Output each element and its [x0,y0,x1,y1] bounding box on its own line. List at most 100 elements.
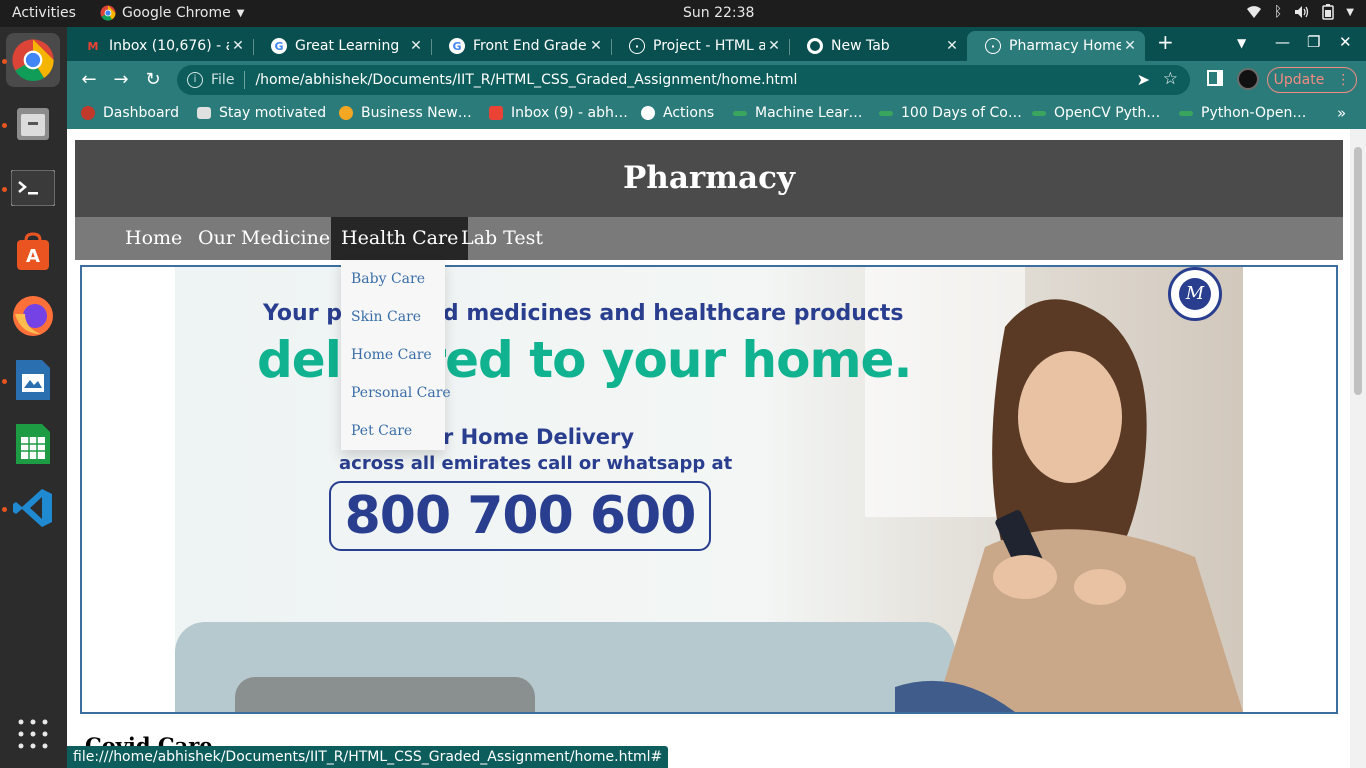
bookmark-business-news[interactable]: Business New… [339,105,472,121]
software-center-icon: A [17,232,49,270]
gmail-icon [489,106,503,120]
nav-lab-test[interactable]: Lab Test [451,217,553,260]
bookmark-star-icon[interactable]: ☆ [1163,69,1178,89]
site-nav: Home Our Medicines Health Care Lab Test [75,217,1343,260]
blanket-shape [235,677,535,712]
app-menu[interactable]: Google Chrome ▼ [100,5,244,21]
bookmark-opencv[interactable]: OpenCV Pyth… [1032,105,1160,121]
running-indicator [2,507,7,512]
new-tab-button[interactable]: + [1157,30,1174,54]
bookmark-inbox[interactable]: Inbox (9) - abh… [489,105,628,121]
activities-button[interactable]: Activities [12,5,76,21]
close-window-button[interactable]: ✕ [1339,33,1352,51]
scrollbar-thumb[interactable] [1354,147,1362,395]
bookmark-python-open[interactable]: Python-Open… [1179,105,1306,121]
dropdown-baby-care[interactable]: Baby Care [341,260,445,298]
tab-title: Pharmacy Home [1009,38,1121,54]
dropdown-home-care[interactable]: Home Care [341,336,445,374]
url-text[interactable]: /home/abhishek/Documents/IIT_R/HTML_CSS_… [255,72,797,88]
dropdown-pet-care[interactable]: Pet Care [341,412,445,450]
close-icon[interactable]: ✕ [229,38,247,54]
dock-software[interactable]: A [6,225,60,279]
dropdown-skin-care[interactable]: Skin Care [341,298,445,336]
dock-writer[interactable] [6,353,60,407]
folder-icon [197,107,211,119]
dock-vscode[interactable] [6,481,60,535]
close-icon[interactable]: ✕ [407,38,425,54]
close-icon[interactable]: ✕ [1121,38,1139,54]
system-top-bar: Activities Google Chrome ▼ Sun 22:38 ᛒ ▼ [0,0,1366,27]
dashboard-icon [81,106,95,120]
close-icon[interactable]: ✕ [765,38,783,54]
tab-pharmacy-home[interactable]: · Pharmacy Home ✕ [967,31,1145,61]
url-scheme: File [211,72,235,88]
writer-icon [16,360,50,400]
dock-firefox[interactable] [6,289,60,343]
forward-button[interactable]: → [109,69,133,90]
running-indicator [2,59,7,64]
avatar[interactable] [1237,68,1259,90]
tab-new-tab[interactable]: New Tab ✕ [789,31,967,61]
more-bookmarks-icon[interactable]: » [1337,104,1346,122]
update-button[interactable]: Update ⋮ [1267,67,1357,93]
running-indicator [2,379,7,384]
dock-app-grid[interactable] [6,707,60,761]
update-label: Update [1273,72,1325,88]
chrome-icon [100,5,116,21]
scrollbar[interactable] [1350,129,1366,768]
tab-search-chevron-icon[interactable]: ▼ [1237,36,1246,50]
chevron-down-icon: ▼ [1346,6,1354,18]
bookmark-machine-learning[interactable]: Machine Lear… [733,105,863,121]
send-icon[interactable]: ➤ [1137,70,1150,89]
dock-chrome[interactable] [6,33,60,87]
close-icon[interactable]: ✕ [943,38,961,54]
bookmarks-bar: Dashboard Stay motivated Business New… I… [67,99,1366,129]
bookmark-label: Inbox (9) - abh… [511,105,628,121]
bookmark-dashboard[interactable]: Dashboard [81,105,179,121]
tab-project[interactable]: · Project - HTML a ✕ [611,31,789,61]
close-icon[interactable]: ✕ [587,38,605,54]
clock[interactable]: Sun 22:38 [683,5,754,21]
nav-home[interactable]: Home [115,217,192,260]
tab-inbox[interactable]: M Inbox (10,676) - a ✕ [67,31,253,61]
reload-button[interactable]: ↻ [141,69,165,90]
dock-calc[interactable] [6,417,60,471]
minimize-button[interactable]: — [1275,33,1290,51]
google-icon: G [271,38,287,54]
nav-our-medicines[interactable]: Our Medicines [188,217,350,260]
woman-with-phone-illustration [895,299,1243,712]
system-tray[interactable]: ᛒ ▼ [1246,4,1354,20]
brand-logo: M [1168,267,1222,321]
address-bar[interactable]: i File /home/abhishek/Documents/IIT_R/HT… [177,65,1190,95]
business-news-icon [339,106,353,120]
bookmark-100-days[interactable]: 100 Days of Co… [879,105,1022,121]
info-icon[interactable]: i [187,72,203,88]
bookmark-label: 100 Days of Co… [901,105,1022,121]
browser-toolbar: ← → ↻ i File /home/abhishek/Documents/II… [67,61,1366,99]
side-panel-icon[interactable] [1207,70,1223,86]
back-button[interactable]: ← [77,69,101,90]
tab-front-end[interactable]: G Front End Grade ✕ [431,31,611,61]
app-name: Google Chrome [122,5,231,21]
nav-health-care[interactable]: Health Care [331,217,469,260]
bookmark-label: Machine Lear… [755,105,863,121]
dropdown-personal-care[interactable]: Personal Care [341,374,451,412]
bookmark-label: OpenCV Pyth… [1054,105,1161,121]
maximize-button[interactable]: ❐ [1307,33,1320,51]
app-grid-icon [18,719,48,749]
tab-great-learning[interactable]: G Great Learning ✕ [253,31,431,61]
dock-files[interactable] [6,97,60,151]
bookmark-actions[interactable]: Actions [641,105,714,121]
bookmark-stay-motivated[interactable]: Stay motivated [197,105,326,121]
firefox-icon [13,296,53,336]
link-icon [879,110,893,116]
globe-icon: · [985,38,1001,54]
dock-terminal[interactable] [6,161,60,215]
tab-title: New Tab [831,38,890,54]
hero-banner: M Your prescribed medicines and healthca… [80,265,1338,714]
vscode-icon [13,489,52,527]
tab-title: Great Learning [295,38,400,54]
chrome-icon [12,39,54,81]
bluetooth-icon: ᛒ [1273,4,1283,20]
bookmark-label: Actions [663,105,715,121]
